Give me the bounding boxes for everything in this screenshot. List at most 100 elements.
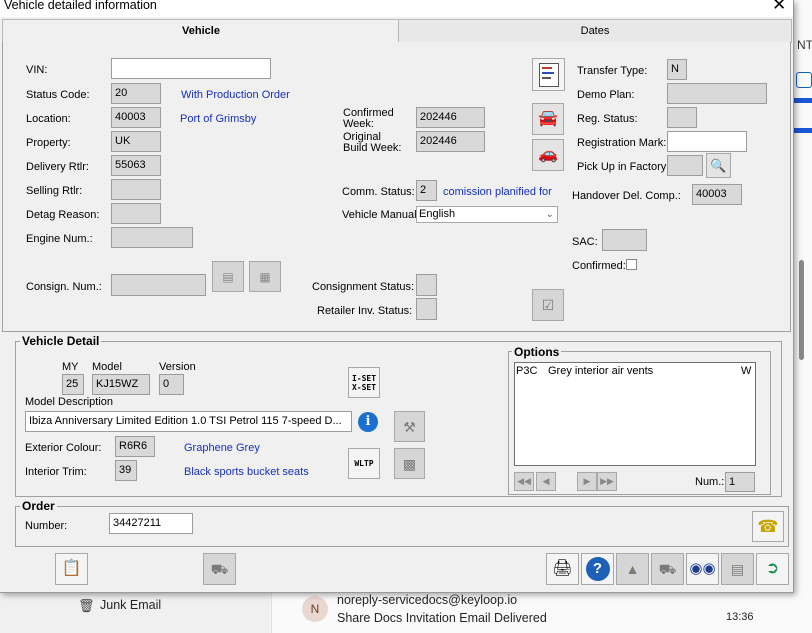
folder-junk-email[interactable]: Junk Email (100, 598, 161, 612)
vehicle-manual-label: Vehicle Manual (342, 209, 417, 221)
retailer-inv-status-label: Retailer Inv. Status: (317, 305, 413, 317)
vehicle-manual-select[interactable]: English ⌄ (416, 206, 558, 223)
selling-rtlr-label: Selling Rtlr: (26, 185, 83, 197)
handover-label: Handover Del. Comp.: (572, 190, 681, 202)
consignment-co-button[interactable]: ▤ (212, 261, 244, 292)
print-button[interactable]: 🖨 (546, 553, 579, 585)
tools-button[interactable]: ⚒ (394, 411, 425, 442)
vehicle-detail-dialog: Vehicle detailed information ✕ Vehicle D… (0, 0, 794, 593)
person-document-icon (538, 62, 559, 87)
title-bar: Vehicle detailed information ✕ (0, 0, 793, 17)
phone-button[interactable]: ☎ (752, 511, 784, 542)
model-description-label: Model Description (25, 396, 114, 408)
truck-icon: ⛟ (210, 561, 229, 577)
xset-text: X-SET (351, 382, 377, 392)
factory-button[interactable]: ▤ (721, 553, 754, 585)
property-label: Property: (26, 137, 71, 149)
confirmed-label: Confirmed: (572, 260, 626, 272)
first-page-icon: ◀◀ (517, 476, 531, 486)
car-query-button[interactable]: 🚗 (532, 139, 564, 171)
binoculars-button[interactable]: ◉◉ (686, 553, 719, 585)
tools-icon: ⚒ (403, 418, 416, 435)
list-item[interactable]: P3C Grey interior air vents W (515, 364, 755, 378)
status-code-field: 20 (111, 83, 161, 104)
pick-up-label: Pick Up in Factory: (577, 161, 670, 173)
document-grid-icon: ▦ (259, 269, 271, 284)
detag-reason-label: Detag Reason: (26, 209, 100, 221)
interior-trim-field: 39 (115, 460, 137, 481)
model-description-field: Ibiza Anniversary Limited Edition 1.0 TS… (25, 411, 352, 432)
tab-vehicle[interactable]: Vehicle (2, 19, 400, 42)
original-build-week-label-line2: Build Week: (343, 142, 402, 154)
exterior-colour-field: R6R6 (115, 436, 155, 457)
checklist-report-button[interactable]: 📋 (55, 553, 88, 585)
location-text: Port of Grimsby (180, 113, 257, 125)
version-field: 0 (159, 374, 184, 395)
vin-input[interactable] (111, 58, 271, 79)
interior-trim-label: Interior Trim: (25, 466, 87, 478)
delivery-rtlr-label: Delivery Rtlr: (26, 161, 89, 173)
consign-num-label: Consign. Num.: (26, 281, 102, 293)
next-page-icon: ▶ (583, 476, 591, 486)
car-transfer-button[interactable]: 🚘 (532, 103, 564, 135)
iset-xset-button[interactable]: I-SET X-SET (348, 367, 380, 398)
first-page-button[interactable]: ◀◀ (514, 472, 534, 491)
sac-label: SAC: (572, 236, 598, 248)
message-subject[interactable]: Share Docs Invitation Email Delivered (337, 611, 547, 625)
consignment-status-label: Consignment Status: (312, 281, 415, 293)
delivery-icon: ⛟ (658, 561, 677, 577)
binoculars-icon: ◉◉ (689, 560, 716, 577)
pick-up-field (667, 155, 703, 176)
transport-button[interactable]: ⛟ (203, 553, 236, 585)
comm-status-text: comission planified for (443, 186, 552, 198)
consignment-status-field (416, 274, 437, 296)
order-title: Order (20, 499, 57, 513)
message-sender[interactable]: noreply-servicedocs@keyloop.io (337, 593, 517, 607)
demo-plan-label: Demo Plan: (577, 89, 635, 101)
exit-button[interactable]: ➲ (756, 553, 789, 585)
info-button[interactable]: i (355, 409, 381, 435)
prev-page-button[interactable]: ◀ (536, 472, 556, 491)
background-fragment: NT (797, 38, 812, 52)
retailer-inv-status-field (416, 298, 437, 320)
help-button[interactable]: ? (581, 553, 614, 585)
help-icon: ? (585, 557, 610, 581)
background-scrollbar[interactable] (799, 260, 804, 360)
sender-avatar: N (302, 596, 328, 622)
registration-mark-input[interactable] (667, 131, 747, 152)
checklist-button[interactable]: ☑ (532, 289, 564, 321)
last-page-button[interactable]: ▶▶ (597, 472, 617, 491)
printer-icon: 🖨 (552, 560, 573, 577)
history-button[interactable]: ▲ (616, 553, 649, 585)
options-num-label: Num.: (695, 476, 725, 488)
wltp-button[interactable]: WLTP (348, 448, 380, 479)
close-button[interactable]: ✕ (772, 0, 786, 13)
model-label: Model (92, 361, 122, 373)
options-num-field: 1 (725, 472, 755, 492)
confirmed-week-label: Confirmed Week: (343, 108, 394, 130)
search-icon: 🔍 (710, 157, 727, 173)
car-question-icon: 🚗 (538, 146, 558, 163)
options-title: Options (512, 345, 562, 359)
delivery-button[interactable]: ⛟ (651, 553, 684, 585)
last-page-icon: ▶▶ (600, 476, 614, 486)
comm-status-label: Comm. Status: (342, 186, 415, 198)
demo-plan-field (667, 83, 767, 104)
pick-up-search-button[interactable]: 🔍 (706, 153, 731, 178)
iset-text: I-SET (351, 373, 377, 383)
transfer-type-field: N (667, 59, 687, 80)
background-accent-bar (794, 98, 812, 103)
confirmed-checkbox[interactable] (626, 259, 637, 270)
tab-dates[interactable]: Dates (398, 19, 792, 43)
next-page-button[interactable]: ▶ (577, 472, 597, 491)
consignment-detail-button[interactable]: ▦ (249, 261, 281, 292)
vehicle-report-button[interactable] (532, 58, 565, 91)
original-build-week-label: Original Build Week: (343, 132, 402, 154)
document-co-icon: ▤ (222, 269, 234, 284)
seat-button[interactable]: ▩ (394, 448, 425, 479)
confirmed-week-label-line2: Week: (343, 118, 374, 130)
iset-xset-icon: I-SET X-SET (352, 374, 376, 392)
car-arrows-icon: 🚘 (538, 110, 558, 127)
message-time: 13:36 (726, 611, 754, 623)
options-list[interactable]: P3C Grey interior air vents W (514, 362, 756, 466)
